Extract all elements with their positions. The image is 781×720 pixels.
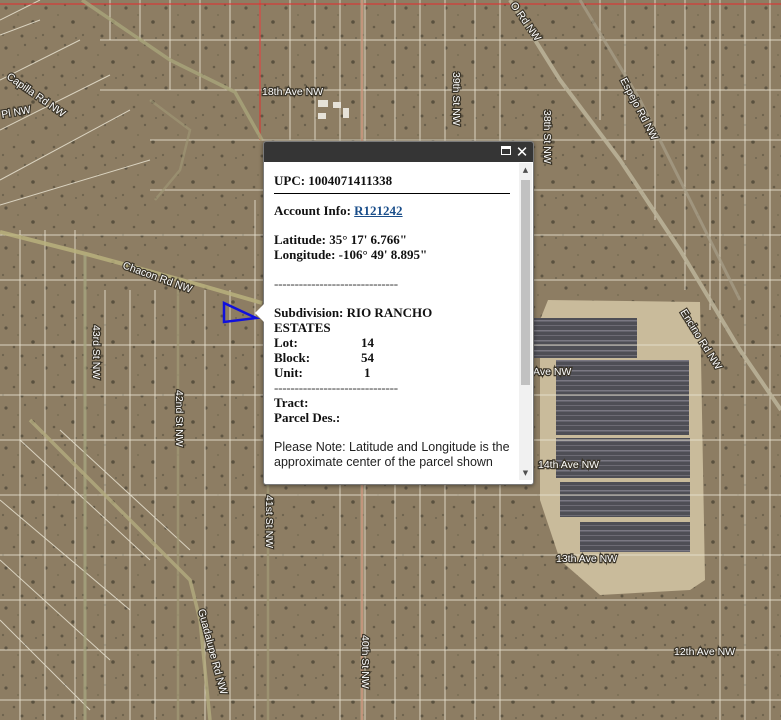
road-label-ave-nw: Ave NW: [533, 366, 571, 378]
road-label-42nd: 42nd St NW: [173, 390, 185, 447]
close-icon[interactable]: ✕: [514, 143, 530, 161]
road-label-14th-ave: 14th Ave NW: [538, 459, 599, 471]
road-label-40th: 40th St NW: [359, 635, 371, 689]
upc-divider: [274, 193, 510, 194]
lot-label: Lot:: [274, 335, 298, 350]
road-label-13th-ave: 13th Ave NW: [556, 553, 617, 565]
latitude-text: Latitude: 35° 17' 6.766": [274, 232, 408, 247]
road-label-18th-ave: 18th Ave NW: [262, 86, 323, 98]
popup-pointer: [255, 304, 264, 322]
scroll-up-arrow-icon[interactable]: ▲: [519, 163, 532, 177]
popup-titlebar: ✕: [264, 142, 533, 162]
tract-label: Tract:: [274, 395, 309, 410]
block-label: Block:: [274, 350, 311, 365]
unit-row: Unit: 1: [274, 365, 519, 380]
dash-separator-1: ------------------------------: [274, 276, 398, 291]
upc-line: UPC: 1004071411338: [274, 173, 519, 188]
upc-label: UPC:: [274, 173, 306, 188]
road-label-12th-ave: 12th Ave NW: [674, 646, 735, 658]
unit-label: Unit:: [274, 365, 303, 380]
upc-value: 1004071411338: [308, 173, 393, 188]
lot-value: 14: [361, 335, 374, 350]
block-row: Block: 54: [274, 350, 519, 365]
subdivision-label: Subdivision:: [274, 305, 344, 320]
subdivision-value: RIO RANCHO: [346, 305, 433, 320]
popup-scrollbar[interactable]: ▲ ▼: [519, 163, 532, 480]
lot-row: Lot: 14: [274, 335, 519, 350]
coordinate-note: Please Note: Latitude and Longitude is t…: [274, 440, 510, 469]
subdivision-line: Subdivision: RIO RANCHO: [274, 305, 519, 320]
block-value: 54: [361, 350, 374, 365]
popup-content: UPC: 1004071411338 Account Info: R121242…: [264, 163, 519, 480]
subdivision-value-continued: ESTATES: [274, 320, 331, 335]
parcel-info-popup: ✕ UPC: 1004071411338 Account Info: R1212…: [255, 141, 534, 485]
road-label-41st: 41st St NW: [263, 495, 275, 548]
road-label-39th: 39th St NW: [450, 72, 462, 126]
maximize-icon[interactable]: [501, 146, 511, 155]
dash-separator-2: ------------------------------: [274, 380, 398, 395]
road-label-43rd: 43rd St NW: [90, 325, 102, 379]
account-link[interactable]: R121242: [354, 203, 402, 218]
unit-value: 1: [364, 365, 371, 380]
scroll-thumb[interactable]: [521, 180, 530, 385]
account-label: Account Info:: [274, 203, 351, 218]
longitude-text: Longitude: -106° 49' 8.895": [274, 247, 428, 262]
account-line: Account Info: R121242: [274, 203, 519, 218]
scroll-down-arrow-icon[interactable]: ▼: [519, 466, 532, 480]
road-label-38th: 38th St NW: [541, 110, 553, 164]
parcel-des-label: Parcel Des.:: [274, 410, 341, 425]
